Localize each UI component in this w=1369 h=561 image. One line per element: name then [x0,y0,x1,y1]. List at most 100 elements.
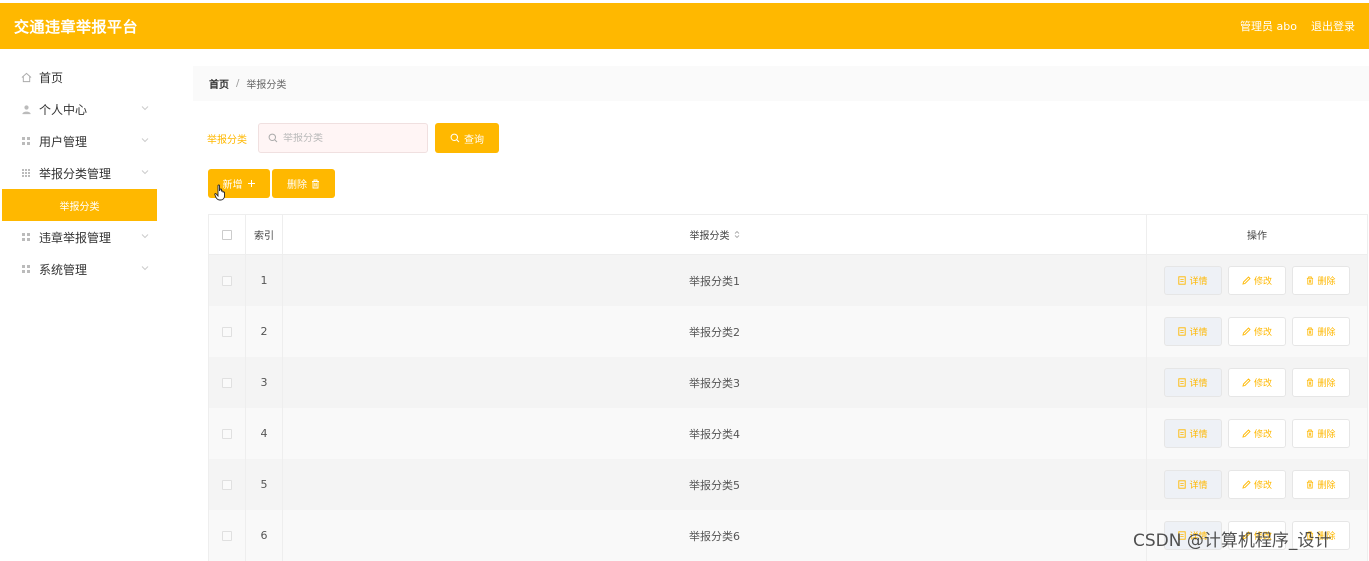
sidebar-item-label: 违章举报管理 [39,230,112,245]
row-operations: 详情 修改 删除 [1147,306,1367,357]
edit-label: 修改 [1253,379,1272,389]
table-row: 3 举报分类3 详情 修改 删除 [208,357,1368,408]
detail-button[interactable]: 详情 [1164,317,1222,346]
breadcrumb-home[interactable]: 首页 [209,76,229,91]
home-icon [20,71,32,83]
row-checkbox[interactable] [222,377,232,388]
query-button[interactable]: 查询 [435,123,499,153]
header-name-label: 举报分类 [689,231,730,242]
batch-delete-button[interactable]: 删除 [272,169,335,198]
row-delete-button[interactable]: 删除 [1292,266,1350,295]
row-operations: 详情 修改 删除 [1147,408,1367,459]
edit-icon [1242,378,1251,387]
top-header: 交通违章举报平台 管理员 abo 退出登录 [0,3,1369,49]
table-row: 1 举报分类1 详情 修改 删除 [208,255,1368,306]
row-index: 3 [246,357,283,408]
detail-label: 详情 [1189,277,1208,287]
sidebar-item-system-mgmt[interactable]: 系统管理 [0,253,157,285]
chevron-down-icon [141,106,149,111]
header-ops: 操作 [1247,231,1267,242]
document-icon [1178,429,1187,438]
grid-icon [20,231,32,243]
detail-button[interactable]: 详情 [1164,470,1222,499]
user-icon [20,103,32,115]
chevron-down-icon [141,266,149,271]
trash-icon [312,179,319,188]
delete-label: 删除 [1317,481,1336,491]
sidebar-item-label: 用户管理 [39,134,88,149]
detail-label: 详情 [1189,379,1208,389]
sidebar-item-profile[interactable]: 个人中心 [0,93,157,125]
delete-label: 删除 [1317,379,1336,389]
row-delete-button[interactable]: 删除 [1292,368,1350,397]
sidebar-item-label: 举报分类管理 [39,166,112,181]
edit-label: 修改 [1253,481,1272,491]
row-checkbox[interactable] [222,530,232,541]
edit-button[interactable]: 修改 [1228,266,1286,295]
header-user-area: 管理员 abo 退出登录 [1240,18,1355,34]
trash-icon [1307,429,1314,438]
search-icon [268,133,278,143]
edit-button[interactable]: 修改 [1228,419,1286,448]
app-title: 交通违章举报平台 [14,17,139,36]
header-name[interactable]: 举报分类 [283,215,1147,254]
document-icon [1178,327,1187,336]
breadcrumb-current: 举报分类 [246,80,287,91]
edit-label: 修改 [1253,328,1272,338]
row-category-name: 举报分类2 [283,306,1147,357]
detail-label: 详情 [1189,481,1208,491]
row-checkbox[interactable] [222,479,232,490]
row-checkbox[interactable] [222,428,232,439]
search-input[interactable] [283,132,423,144]
row-index: 2 [246,306,283,357]
grid-icon [20,167,32,179]
document-icon [1178,276,1187,285]
search-box[interactable] [258,123,428,153]
row-index: 1 [246,255,283,306]
breadcrumb-separator: / [236,78,240,89]
edit-button[interactable]: 修改 [1228,317,1286,346]
row-delete-button[interactable]: 删除 [1292,470,1350,499]
row-category-name: 举报分类1 [283,255,1147,306]
category-table: 索引 举报分类 操作 1 举报分类1 详情 修改 删除 2 举报分类2 详情 修… [208,214,1368,561]
sidebar-item-home[interactable]: 首页 [0,61,157,93]
select-all-checkbox[interactable] [222,229,232,240]
sidebar-item-label: 首页 [39,70,64,85]
row-operations: 详情 修改 删除 [1147,255,1367,306]
edit-label: 修改 [1253,430,1272,440]
row-checkbox[interactable] [222,275,232,286]
detail-button[interactable]: 详情 [1164,266,1222,295]
admin-name[interactable]: 管理员 abo [1240,18,1297,34]
detail-button[interactable]: 详情 [1164,419,1222,448]
edit-icon [1242,276,1251,285]
table-row: 4 举报分类4 详情 修改 删除 [208,408,1368,459]
table-body: 1 举报分类1 详情 修改 删除 2 举报分类2 详情 修改 删除 3 举报分类… [208,255,1368,561]
detail-label: 详情 [1189,328,1208,338]
row-index: 5 [246,459,283,510]
sort-icon[interactable] [734,230,740,239]
edit-label: 修改 [1253,277,1272,287]
edit-button[interactable]: 修改 [1228,368,1286,397]
edit-button[interactable]: 修改 [1228,470,1286,499]
row-operations: 详情 修改 删除 [1147,459,1367,510]
trash-icon [1307,480,1314,489]
sidebar-subitem-report-category[interactable]: 举报分类 [2,189,157,221]
row-checkbox[interactable] [222,326,232,337]
logout-link[interactable]: 退出登录 [1311,18,1355,34]
search-icon [450,133,460,143]
edit-icon [1242,480,1251,489]
trash-icon [1307,378,1314,387]
row-category-name: 举报分类6 [283,510,1147,561]
row-delete-button[interactable]: 删除 [1292,419,1350,448]
row-delete-button[interactable]: 删除 [1292,317,1350,346]
row-index: 4 [246,408,283,459]
detail-button[interactable]: 详情 [1164,368,1222,397]
sidebar-item-violation-report-mgmt[interactable]: 违章举报管理 [0,221,157,253]
watermark: CSDN @计算机程序_设计 [1133,531,1332,551]
query-button-label: 查询 [464,134,484,146]
table-header: 索引 举报分类 操作 [208,214,1368,255]
sidebar-item-users[interactable]: 用户管理 [0,125,157,157]
sidebar: 首页 个人中心 用户管理 举报分类管理 举报分类 违章举报管理 系统管理 [0,49,157,556]
sidebar-item-report-category-mgmt[interactable]: 举报分类管理 [0,157,157,189]
grid-icon [20,263,32,275]
